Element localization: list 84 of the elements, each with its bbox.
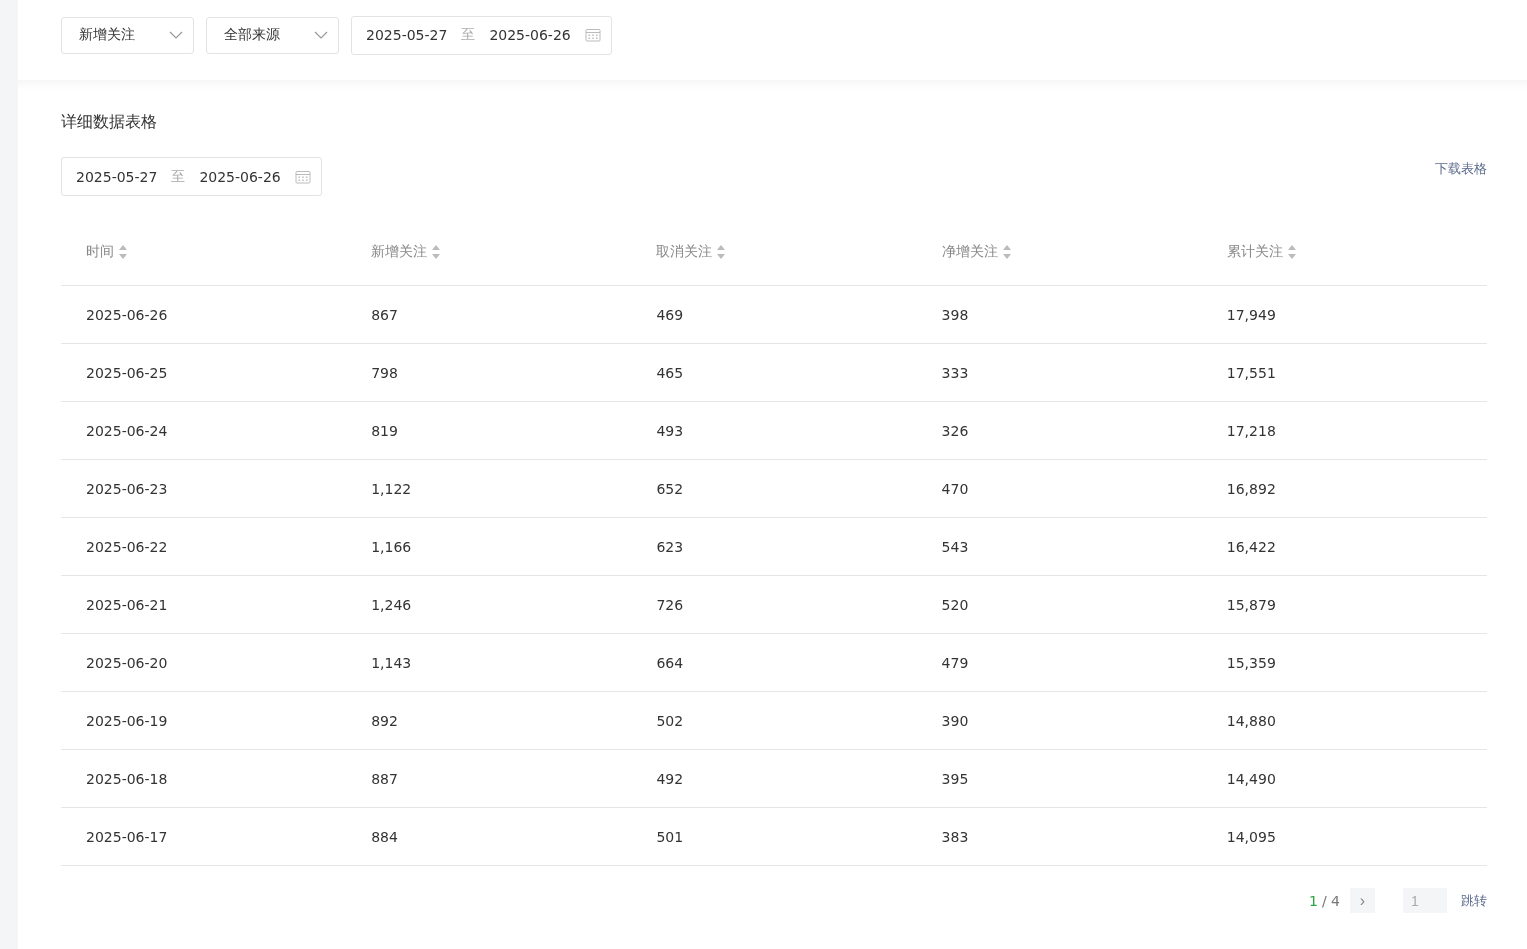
table-cell: 2025-06-24: [86, 422, 168, 439]
sort-icon[interactable]: [1001, 243, 1012, 260]
table-cell: 2025-06-23: [86, 480, 168, 497]
table-cell: 14,490: [1226, 770, 1276, 787]
source-select[interactable]: 全部来源: [206, 16, 339, 54]
table-cell: 726: [656, 596, 684, 613]
date-range-field[interactable]: 2025-05-27 至 2025-06-26: [351, 15, 612, 55]
table-cell: 469: [656, 306, 684, 323]
date-range-field[interactable]: 2025-05-27 至 2025-06-26: [61, 157, 322, 196]
table-cell: 2025-06-20: [86, 654, 168, 671]
table-cell: 1,166: [371, 538, 412, 555]
table-cell: 867: [371, 306, 398, 323]
column-header: 净增关注: [941, 242, 998, 261]
table-cell: 390: [941, 712, 969, 729]
table-cell: 2025-06-21: [86, 596, 168, 613]
table-cell: 14,880: [1226, 712, 1276, 729]
table-cell: 2025-06-26: [86, 306, 168, 323]
calendar-icon: [584, 28, 601, 42]
table-cell: 502: [656, 712, 684, 729]
table-cell: 17,949: [1226, 306, 1276, 323]
chevron-down-icon: [314, 31, 328, 39]
table-row[interactable]: 2025-06-18 887 492 395 14,490: [61, 750, 1487, 808]
table-cell: 326: [941, 422, 969, 439]
chevron-down-icon: [169, 31, 183, 39]
table-cell: 493: [656, 422, 684, 439]
current-page: 1: [1309, 892, 1318, 909]
table-cell: 501: [656, 828, 684, 845]
table-cell: 520: [941, 596, 969, 613]
table-row[interactable]: 2025-06-20 1,143 664 479 15,359: [61, 634, 1487, 692]
table-cell: 1,143: [371, 654, 412, 671]
table-cell: 14,095: [1226, 828, 1276, 845]
sort-icon[interactable]: [118, 243, 128, 260]
table-cell: 2025-06-17: [86, 828, 168, 845]
table-cell: 383: [941, 828, 969, 845]
section-title: 详细数据表格: [61, 112, 158, 133]
table-cell: 15,879: [1226, 596, 1276, 613]
download-link[interactable]: 下载表格: [1435, 160, 1487, 178]
jump-link[interactable]: 跳转: [1461, 891, 1487, 910]
sort-icon[interactable]: [1286, 243, 1297, 260]
table-cell: 884: [371, 828, 398, 845]
page-input[interactable]: 1: [1403, 888, 1447, 913]
calendar-icon: [294, 169, 311, 184]
table-cell: 16,422: [1226, 538, 1276, 555]
sort-icon[interactable]: [716, 243, 727, 260]
table-row[interactable]: 2025-06-19 892 502 390 14,880: [61, 692, 1487, 750]
table-cell: 492: [656, 770, 684, 787]
column-header: 取消关注: [656, 242, 713, 261]
table-cell: 16,892: [1226, 480, 1276, 497]
table-row[interactable]: 2025-06-26 867 469 398 17,949: [61, 286, 1487, 344]
table-cell: 1,246: [371, 596, 412, 613]
table-cell: 15,359: [1226, 654, 1276, 671]
page-total: / 4: [1321, 892, 1340, 909]
table-cell: 819: [371, 422, 398, 439]
table-cell: 798: [371, 364, 398, 381]
table-cell: 465: [656, 364, 684, 381]
table-row[interactable]: 2025-06-21 1,246 726 520 15,879: [61, 576, 1487, 634]
table-cell: 664: [656, 654, 684, 671]
table-cell: 470: [941, 480, 969, 497]
metric-select[interactable]: 新增关注: [61, 16, 194, 54]
table-cell: 652: [656, 480, 684, 497]
table-cell: 1,122: [371, 480, 412, 497]
table-cell: 892: [371, 712, 398, 729]
table-cell: 17,218: [1226, 422, 1276, 439]
table-row[interactable]: 2025-06-25 798 465 333 17,551: [61, 344, 1487, 402]
table-cell: 543: [941, 538, 969, 555]
column-header: 累计关注: [1226, 242, 1283, 261]
sort-icon[interactable]: [431, 243, 442, 260]
table-row[interactable]: 2025-06-24 819 493 326 17,218: [61, 402, 1487, 460]
table-cell: 398: [941, 306, 969, 323]
table-row[interactable]: 2025-06-22 1,166 623 543 16,422: [61, 518, 1487, 576]
table-cell: 2025-06-18: [86, 770, 168, 787]
column-header: 时间: [86, 242, 114, 261]
table-cell: 479: [941, 654, 969, 671]
table-cell: 623: [656, 538, 684, 555]
table-row[interactable]: 2025-06-23 1,122 652 470 16,892: [61, 460, 1487, 518]
table-cell: 2025-06-22: [86, 538, 168, 555]
table-cell: 395: [941, 770, 969, 787]
table-cell: 2025-06-19: [86, 712, 168, 729]
table-cell: 333: [941, 364, 969, 381]
column-header: 新增关注: [371, 242, 428, 261]
table-row[interactable]: 2025-06-17 884 501 383 14,095: [61, 808, 1487, 866]
table-cell: 17,551: [1226, 364, 1276, 381]
table-cell: 2025-06-25: [86, 364, 168, 381]
table-cell: 887: [371, 770, 398, 787]
